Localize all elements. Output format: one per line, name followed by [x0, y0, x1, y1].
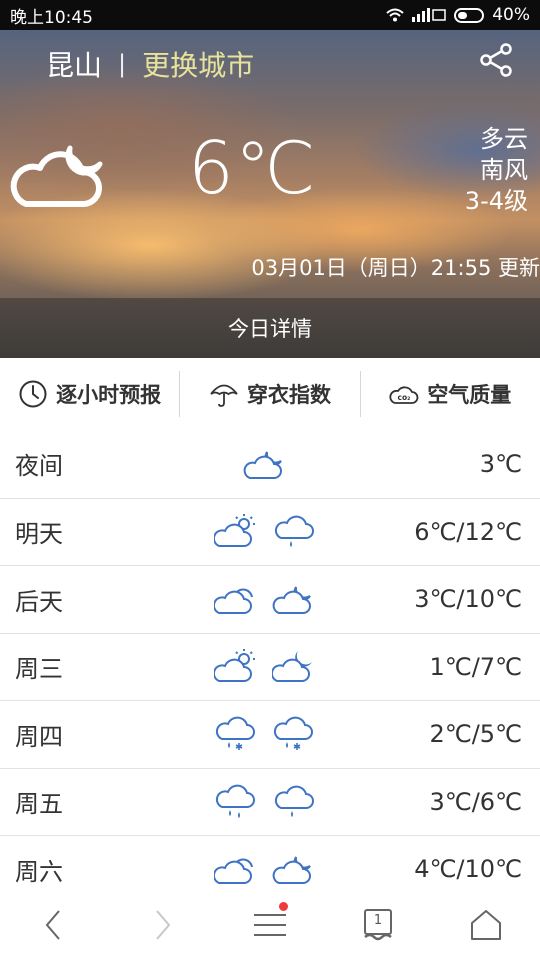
home-icon — [471, 910, 501, 940]
forecast-row[interactable]: 明天 6℃/12℃ — [0, 497, 540, 566]
update-time: 03月01日（周日）21:55 更新 — [251, 256, 540, 280]
forecast-row[interactable]: 夜间 3℃ — [0, 430, 540, 498]
forecast-day: 周四 — [15, 722, 63, 751]
status-icons: 40% — [386, 5, 530, 25]
tab-dressing-label: 穿衣指数 — [246, 383, 331, 407]
forecast-temps: 3℃/10℃ — [414, 585, 522, 614]
city-row: 昆山 | 更换城市 — [46, 44, 254, 84]
tab-hourly-forecast[interactable]: 逐小时预报 — [0, 371, 179, 417]
forecast-icons — [167, 783, 362, 821]
cloud-sun-icon — [213, 513, 255, 547]
rain-cloud-icon — [215, 784, 255, 818]
forecast-icons — [167, 513, 362, 551]
forecast-temps: 3℃ — [479, 449, 522, 478]
weather-hero: 昆山 | 更换城市 6℃ 多云 南风 3-4级 03月01日（周日）21:55 … — [0, 30, 540, 358]
weather-condition: 多云 — [480, 125, 528, 153]
forward-button[interactable] — [132, 895, 192, 955]
forecast-day: 周六 — [15, 857, 63, 886]
sleet-cloud-icon — [215, 716, 255, 751]
forecast-day: 夜间 — [15, 452, 63, 481]
cloud-moon-icon — [271, 650, 312, 682]
change-city-link[interactable]: 更换城市 — [142, 44, 254, 84]
forecast-icons — [167, 648, 362, 686]
chevron-right-icon — [156, 910, 171, 940]
tab-air-quality-label: 空气质量 — [427, 383, 512, 407]
forecast-row[interactable]: 周四 2℃/5℃ — [0, 700, 540, 768]
forecast-temps: 2℃/5℃ — [429, 720, 522, 749]
signal-icon — [412, 8, 446, 22]
rain-cloud-icon — [274, 515, 314, 547]
tab-count: 1 — [373, 913, 383, 928]
cloud-icon — [213, 588, 253, 615]
forecast-day: 后天 — [15, 587, 63, 616]
current-temperature: 6℃ — [188, 126, 317, 210]
status-bar: 晚上10:45 40% — [0, 0, 540, 30]
cloud-moon-icon — [10, 145, 103, 207]
tab-air-quality[interactable]: co₂ 空气质量 — [359, 371, 540, 417]
current-conditions: 多云 南风 3-4级 — [465, 124, 528, 217]
cloud-icon — [213, 858, 253, 885]
tab-hourly-label: 逐小时预报 — [56, 383, 162, 407]
forecast-row[interactable]: 周三 1℃/7℃ — [0, 632, 540, 701]
home-button[interactable] — [456, 895, 516, 955]
wind-direction: 南风 — [480, 156, 528, 184]
bottom-nav: 1 — [0, 890, 540, 960]
city-separator: | — [118, 50, 127, 78]
clock-icon — [19, 380, 47, 408]
chevron-left-icon — [45, 910, 60, 940]
sleet-cloud-icon — [273, 716, 313, 751]
co2-cloud-icon: co₂ — [389, 386, 419, 404]
tab-dressing-index[interactable]: 穿衣指数 — [179, 371, 359, 417]
cloud-sun-icon — [213, 648, 255, 682]
back-button[interactable] — [24, 895, 84, 955]
wind-level: 3-4级 — [464, 187, 528, 215]
tabs-button[interactable]: 1 — [348, 895, 408, 955]
forecast-temps: 1℃/7℃ — [429, 652, 522, 681]
forecast-day: 明天 — [15, 520, 63, 549]
forecast-icons — [167, 580, 362, 618]
today-detail-button[interactable]: 今日详情 — [0, 298, 540, 358]
forecast-icons — [167, 850, 362, 888]
rain-cloud-icon — [274, 785, 314, 817]
forecast-day: 周三 — [15, 655, 63, 684]
city-name: 昆山 — [46, 49, 103, 82]
menu-icon — [254, 914, 286, 936]
forecast-icons — [167, 715, 362, 753]
share-icon[interactable] — [478, 42, 514, 78]
forecast-temps: 3℃/6℃ — [429, 787, 522, 816]
forecast-row[interactable]: 周五 3℃/6℃ — [0, 767, 540, 836]
wifi-icon — [386, 8, 404, 22]
forecast-temps: 6℃/12℃ — [414, 517, 522, 546]
forecast-row[interactable]: 后天 3℃/10℃ — [0, 565, 540, 633]
forecast-day: 周五 — [15, 790, 63, 819]
cloud-moon-icon — [243, 451, 282, 479]
cloud-moon-icon — [272, 856, 311, 885]
forecast-temps: 4℃/10℃ — [414, 855, 522, 884]
feature-tabs: 逐小时预报 穿衣指数 co₂ 空气质量 — [0, 358, 540, 430]
umbrella-icon — [210, 384, 238, 407]
battery-level: 40% — [492, 5, 530, 25]
forecast-list: 夜间 3℃ 明天 6℃/12℃ 后天 3℃/10℃ 周三 1℃/7℃ 周四 2℃… — [0, 430, 540, 903]
status-time: 晚上10:45 — [10, 7, 93, 28]
menu-button[interactable] — [240, 895, 300, 955]
notification-dot — [279, 902, 288, 911]
battery-icon — [454, 7, 485, 23]
cloud-moon-icon — [272, 586, 311, 615]
svg-text:co₂: co₂ — [398, 393, 411, 402]
forecast-icons — [167, 445, 362, 483]
